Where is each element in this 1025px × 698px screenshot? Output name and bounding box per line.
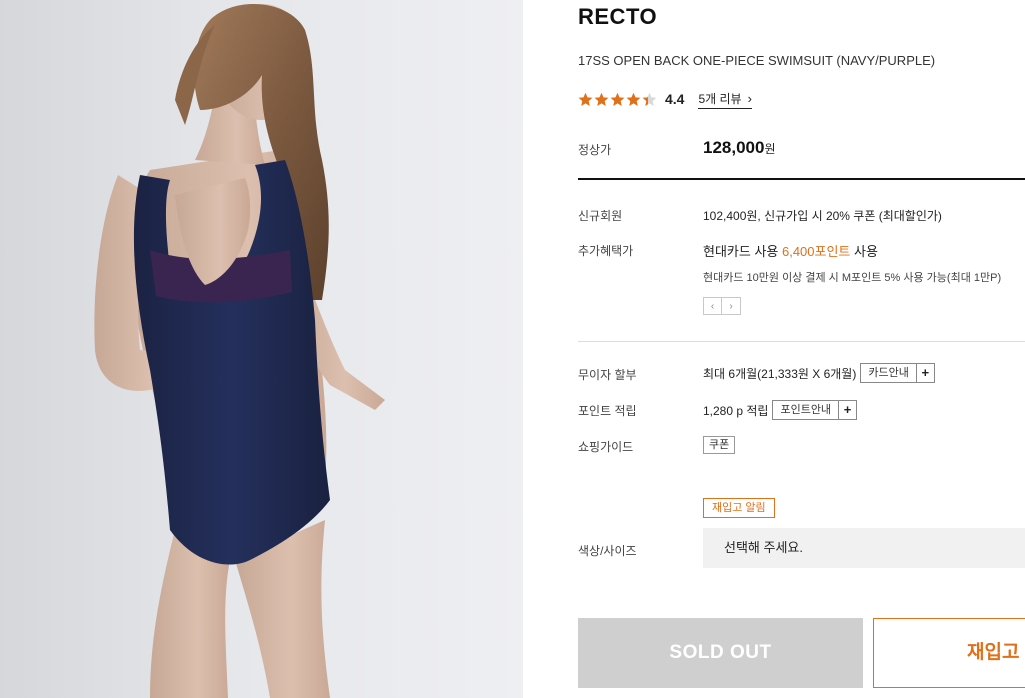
brand-name[interactable]: RECTO	[578, 4, 657, 30]
installment-row: 최대 6개월(21,333원 X 6개월) 카드안내 +	[703, 363, 935, 383]
chevron-right-icon: ›	[729, 300, 733, 312]
chevron-left-icon: ‹	[710, 300, 715, 312]
benefit-divider	[578, 341, 1025, 342]
extra-benefit-suffix: 사용	[850, 244, 878, 259]
restock-alert-button[interactable]: 재입고 알림	[873, 618, 1025, 688]
star-icon	[610, 92, 625, 106]
benefit-pager: ‹ ›	[703, 297, 741, 315]
coupon-chip[interactable]: 쿠폰	[703, 436, 736, 454]
option-label: 색상/사이즈	[578, 544, 637, 558]
star-icon	[594, 92, 609, 106]
next-benefit-button[interactable]: ›	[722, 297, 741, 315]
installment-value: 최대 6개월(21,333원 X 6개월)	[703, 366, 857, 381]
product-photo-illustration	[94, 3, 385, 698]
plus-icon: +	[915, 364, 934, 382]
extra-benefit-label: 추가혜택가	[578, 244, 634, 258]
points-row: 1,280 p 적립 포인트안내 +	[703, 400, 858, 420]
prev-benefit-button[interactable]: ‹	[703, 297, 722, 315]
chevron-right-icon: ›	[747, 90, 752, 106]
new-member-label: 신규회원	[578, 209, 623, 223]
installment-label: 무이자 할부	[578, 368, 637, 382]
review-link[interactable]: 5개 리뷰 ›	[698, 90, 752, 109]
rating-stars	[578, 92, 657, 107]
restock-alert-chip[interactable]: 재입고 알림	[703, 498, 775, 518]
shopping-guide-label: 쇼핑가이드	[578, 440, 634, 454]
points-value: 1,280 p 적립	[703, 403, 769, 418]
extra-benefit-highlight: 6,400포인트	[781, 244, 851, 259]
option-select[interactable]: 선택해 주세요.	[703, 528, 1025, 568]
extra-benefit-note: 현대카드 10만원 이상 결제 시 M포인트 5% 사용 가능(최대 1만P)	[703, 272, 1002, 284]
sold-out-button[interactable]: SOLD OUT	[578, 618, 863, 688]
new-member-value: 102,400원, 신규가입 시 20% 쿠폰 (최대할인가)	[703, 209, 942, 223]
extra-benefit-prefix: 현대카드 사용	[703, 244, 782, 259]
plus-icon: +	[838, 401, 856, 419]
star-icon	[578, 92, 593, 106]
product-info-panel: RECTO 17SS OPEN BACK ONE-PIECE SWIMSUIT …	[578, 0, 1025, 698]
product-name: 17SS OPEN BACK ONE-PIECE SWIMSUIT (NAVY/…	[578, 53, 936, 68]
price-divider	[578, 178, 1025, 180]
star-icon	[642, 92, 657, 106]
points-info-button[interactable]: 포인트안내 +	[772, 400, 858, 420]
rating-value: 4.4	[665, 91, 685, 107]
price-label: 정상가	[578, 143, 612, 157]
card-info-button[interactable]: 카드안내 +	[860, 363, 935, 383]
price-amount: 128,000	[703, 138, 765, 157]
review-link-label: 5개 리뷰	[698, 91, 742, 106]
price-value: 128,000원	[703, 138, 776, 158]
points-label: 포인트 적립	[578, 404, 637, 418]
price-unit: 원	[764, 142, 776, 156]
extra-benefit-value: 현대카드 사용 6,400포인트 사용	[703, 241, 878, 260]
star-icon	[626, 92, 641, 106]
product-photo	[0, 0, 523, 698]
rating-row: 4.4 5개 리뷰 ›	[578, 90, 752, 109]
card-info-label: 카드안내	[868, 367, 909, 379]
points-info-label: 포인트안내	[780, 404, 832, 416]
